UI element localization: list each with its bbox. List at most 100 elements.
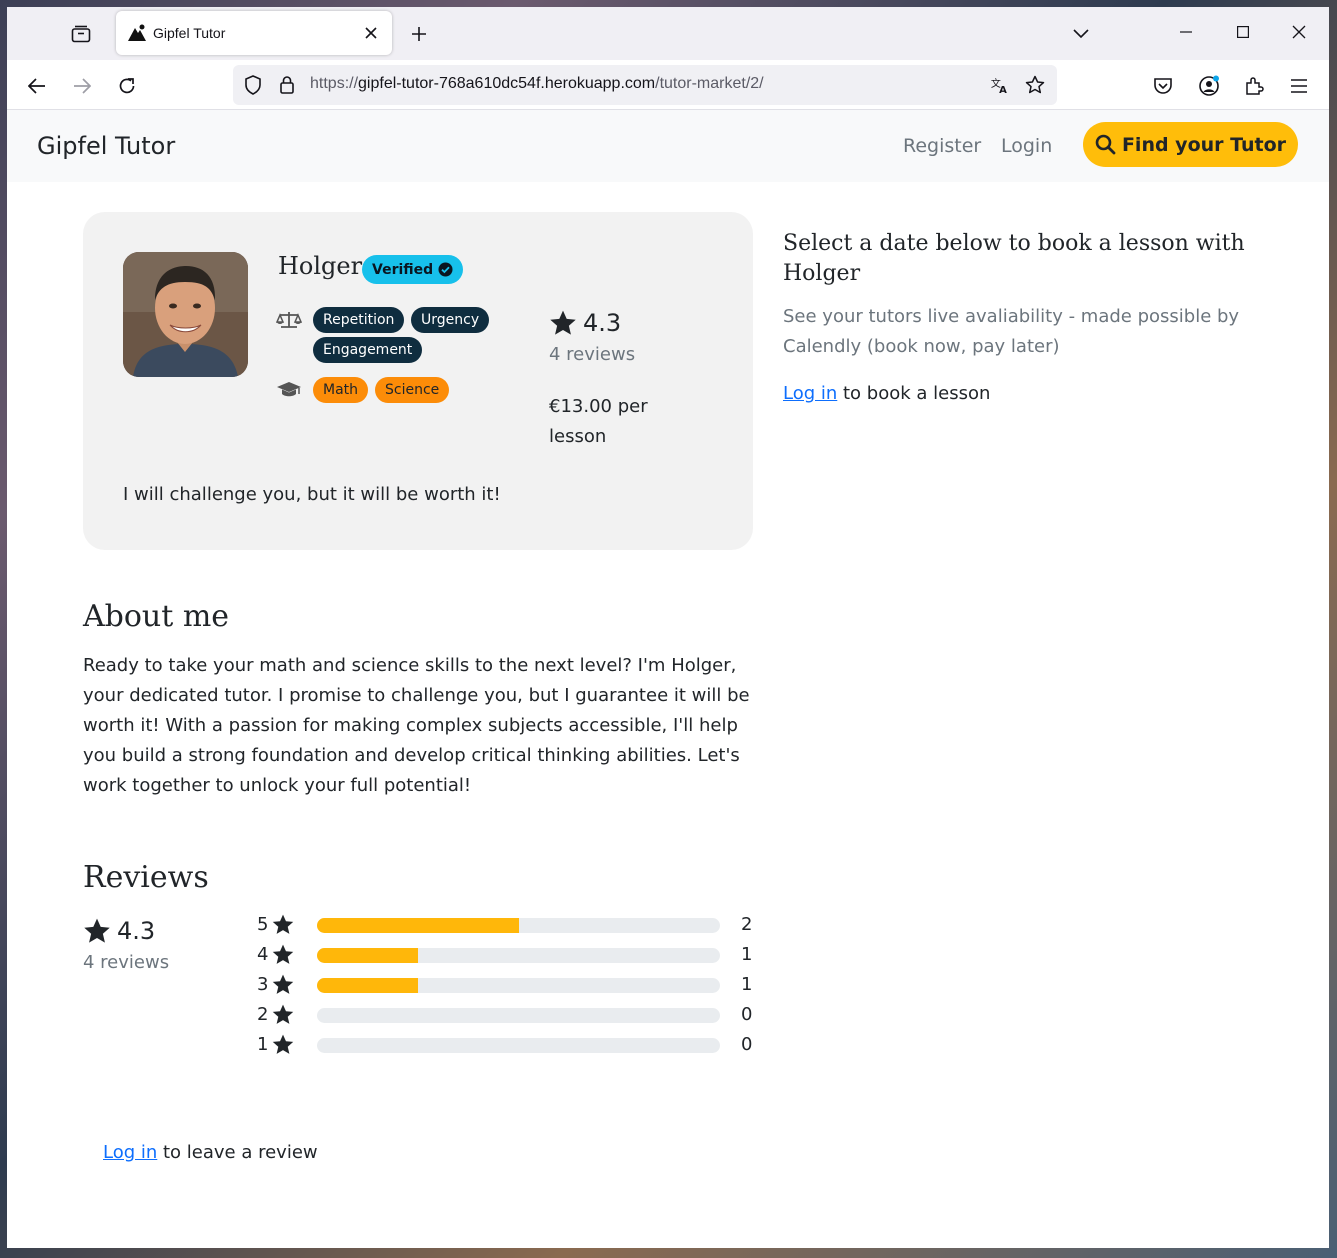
rating-bar-label: 5 [257, 914, 294, 935]
minimize-icon[interactable] [1168, 17, 1204, 47]
rating-bar-row: 2 0 [257, 1004, 757, 1028]
subject-pill: Science [375, 377, 450, 403]
new-tab-icon[interactable] [405, 20, 433, 48]
url-path: /tutor-market/2/ [655, 75, 764, 92]
pocket-icon[interactable] [1147, 70, 1179, 102]
account-icon[interactable] [1193, 70, 1225, 102]
tutor-name: Holger [278, 252, 363, 280]
rating-bar-count: 2 [741, 914, 753, 935]
find-tutor-button[interactable]: Find your Tutor [1083, 122, 1298, 167]
review-login-prompt: Log in to leave a review [103, 1142, 318, 1163]
rating-bar-stars: 5 [257, 914, 269, 935]
rating-bar-count: 1 [741, 944, 753, 965]
navigation-toolbar: https://gipfel-tutor-768a610dc54f.heroku… [7, 60, 1329, 110]
star-icon [273, 1004, 294, 1024]
rating-bar-count: 0 [741, 1034, 753, 1055]
svg-text:A: A [999, 85, 1007, 95]
rating-bar-row: 4 1 [257, 944, 757, 968]
tutor-avatar [123, 252, 248, 377]
back-arrow-icon[interactable] [21, 70, 53, 102]
rating-bar-count: 1 [741, 974, 753, 995]
style-pill: Urgency [411, 307, 490, 333]
register-link[interactable]: Register [903, 135, 981, 157]
booking-login-text: to book a lesson [837, 383, 991, 404]
close-window-icon[interactable] [1281, 17, 1317, 47]
reload-icon[interactable] [111, 70, 143, 102]
rating-bar-label: 3 [257, 974, 294, 995]
booking-subtitle: See your tutors live avaliability - made… [783, 306, 1240, 357]
rating-bar-label: 1 [257, 1034, 294, 1055]
tab-title: Gipfel Tutor [153, 25, 226, 41]
rating-bar-stars: 2 [257, 1004, 269, 1025]
rating-bar-track [317, 918, 720, 933]
shield-icon[interactable] [243, 75, 263, 95]
verified-badge: Verified [362, 255, 464, 284]
tutor-tagline: I will challenge you, but it will be wor… [123, 484, 501, 505]
booking-login-prompt: Log in to book a lesson [783, 383, 990, 404]
maximize-icon[interactable] [1225, 17, 1261, 47]
subject-pill: Math [313, 377, 369, 403]
rating-bar-label: 4 [257, 944, 294, 965]
site-navbar: Gipfel Tutor Register Login Find your Tu… [7, 110, 1329, 182]
forward-arrow-icon[interactable] [66, 70, 98, 102]
find-tutor-label: Find your Tutor [1121, 133, 1287, 156]
rating-bar-track [317, 978, 720, 993]
url-text[interactable]: https://gipfel-tutor-768a610dc54f.heroku… [310, 75, 764, 93]
star-icon [84, 918, 110, 943]
balance-scale-icon [276, 309, 302, 331]
url-host: gipfel-tutor-768a610dc54f.herokuapp.com [358, 75, 656, 92]
bookmark-star-icon[interactable] [1025, 75, 1045, 95]
lesson-price: €13.00 per lesson [549, 396, 648, 447]
rating-bar-fill [317, 978, 418, 993]
style-pill: Repetition [313, 307, 405, 333]
star-icon [550, 310, 576, 335]
booking-login-link[interactable]: Log in [783, 383, 837, 404]
tab-overview-icon[interactable] [65, 21, 97, 47]
rating-bar-stars: 1 [257, 1034, 269, 1055]
rating-bar-row: 5 2 [257, 914, 757, 938]
about-text: Ready to take your math and science skil… [83, 655, 750, 796]
login-link[interactable]: Login [1001, 135, 1052, 157]
about-heading: About me [83, 599, 230, 634]
star-icon [273, 1034, 294, 1054]
url-scheme: https:// [310, 75, 359, 92]
review-login-text: to leave a review [157, 1142, 318, 1163]
review-count: 4 reviews [549, 344, 636, 365]
mountain-favicon-icon [127, 23, 147, 43]
booking-title: Select a date below to book a lesson wit… [783, 231, 1245, 286]
tutor-rating: 4.3 [549, 309, 621, 337]
rating-bar-stars: 4 [257, 944, 269, 965]
rating-bar-track [317, 948, 720, 963]
brand-logo[interactable]: Gipfel Tutor [37, 132, 175, 160]
rating-bar-track [317, 1038, 720, 1053]
tutor-card: Holger Verified Repetition Urgency Engag… [83, 212, 753, 550]
close-tab-icon[interactable] [358, 20, 384, 46]
search-icon [1095, 134, 1116, 155]
rating-bar-stars: 3 [257, 974, 269, 995]
chevron-down-icon[interactable] [1067, 20, 1095, 48]
star-icon [273, 914, 294, 934]
rating-bar-count: 0 [741, 1004, 753, 1025]
reviews-average: 4.3 [83, 917, 155, 945]
graduation-cap-icon [276, 379, 302, 401]
rating-bar-row: 3 1 [257, 974, 757, 998]
rating-bar-fill [317, 948, 418, 963]
menu-hamburger-icon[interactable] [1283, 70, 1315, 102]
rating-bar-track [317, 1008, 720, 1023]
rating-bar-fill [317, 918, 519, 933]
extensions-icon[interactable] [1238, 70, 1270, 102]
verified-label: Verified [372, 261, 434, 278]
browser-tab[interactable]: Gipfel Tutor [116, 11, 392, 55]
browser-window: Gipfel Tutor https://gipfel-tutor-768a61… [7, 7, 1329, 1248]
rating-bar-row: 1 0 [257, 1034, 757, 1058]
tab-bar: Gipfel Tutor [7, 7, 1329, 60]
translate-icon[interactable]: 文A [990, 75, 1010, 95]
style-pill: Engagement [313, 337, 423, 363]
reviews-total: 4 reviews [83, 952, 170, 973]
star-icon [273, 974, 294, 994]
rating-value: 4.3 [583, 309, 622, 337]
url-bar[interactable]: https://gipfel-tutor-768a610dc54f.heroku… [233, 65, 1057, 105]
review-login-link[interactable]: Log in [103, 1142, 157, 1163]
reviews-heading: Reviews [83, 860, 209, 895]
lock-icon[interactable] [277, 75, 297, 95]
